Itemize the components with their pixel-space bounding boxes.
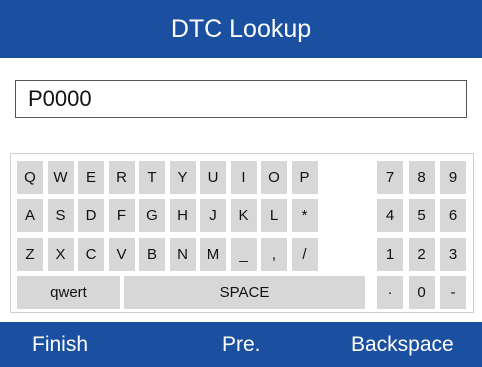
- key-1-4[interactable]: G: [139, 199, 165, 232]
- key-0-4[interactable]: T: [139, 161, 165, 194]
- key-2-1[interactable]: X: [47, 238, 74, 271]
- key-0-8[interactable]: O: [261, 161, 287, 194]
- bottom-bar: Finish Pre. Backspace: [0, 322, 482, 367]
- key-2-9[interactable]: /: [291, 238, 318, 271]
- key-0-3[interactable]: R: [108, 161, 135, 194]
- key-2-8[interactable]: ,: [261, 238, 287, 271]
- virtual-keyboard: Q W E R T Y U I O P A S D F G H J K L * Z X C V B N M _, / qwert SPACE…: [10, 153, 474, 313]
- key-0-2[interactable]: E: [78, 161, 104, 194]
- key-1-3[interactable]: F: [108, 199, 135, 232]
- numpad-key-1-2[interactable]: 6: [440, 199, 466, 232]
- key-2-5[interactable]: N: [169, 238, 196, 271]
- previous-button[interactable]: Pre.: [222, 322, 261, 367]
- key-1-6[interactable]: J: [200, 199, 226, 232]
- key-0-1[interactable]: W: [47, 161, 74, 194]
- key-0-9[interactable]: P: [291, 161, 318, 194]
- numpad-key-0-0[interactable]: 7: [377, 161, 403, 194]
- numpad-key-2-0[interactable]: 1: [377, 238, 403, 271]
- numpad-key-3-2[interactable]: -: [440, 276, 466, 309]
- key-1-2[interactable]: D: [78, 199, 104, 232]
- numpad-key-2-1[interactable]: 2: [408, 238, 435, 271]
- key-0-7[interactable]: I: [230, 161, 257, 194]
- numpad-key-0-1[interactable]: 8: [408, 161, 435, 194]
- key-1-1[interactable]: S: [47, 199, 74, 232]
- dtc-code-input[interactable]: P0000: [15, 80, 467, 118]
- finish-button[interactable]: Finish: [32, 322, 88, 367]
- key-2-2[interactable]: C: [78, 238, 104, 271]
- numpad-key-1-0[interactable]: 4: [377, 199, 403, 232]
- space-key[interactable]: SPACE: [124, 276, 365, 309]
- numpad-key-3-0[interactable]: ·: [377, 276, 403, 309]
- key-2-3[interactable]: V: [108, 238, 135, 271]
- numpad-key-1-1[interactable]: 5: [408, 199, 435, 232]
- key-2-0[interactable]: Z: [17, 238, 43, 271]
- numpad-key-0-2[interactable]: 9: [440, 161, 466, 194]
- key-0-5[interactable]: Y: [169, 161, 196, 194]
- key-0-0[interactable]: Q: [17, 161, 43, 194]
- title-bar: DTC Lookup: [0, 0, 482, 58]
- key-1-8[interactable]: L: [261, 199, 287, 232]
- key-1-9[interactable]: *: [291, 199, 318, 232]
- key-0-6[interactable]: U: [200, 161, 226, 194]
- backspace-button[interactable]: Backspace: [351, 322, 454, 367]
- page-title: DTC Lookup: [170, 14, 312, 43]
- key-2-6[interactable]: M: [200, 238, 226, 271]
- dtc-code-value: P0000: [28, 86, 92, 111]
- key-1-5[interactable]: H: [169, 199, 196, 232]
- key-2-7[interactable]: _: [230, 238, 257, 271]
- key-1-0[interactable]: A: [17, 199, 43, 232]
- numpad-key-2-2[interactable]: 3: [440, 238, 466, 271]
- case-toggle-key[interactable]: qwert: [17, 276, 120, 309]
- key-2-4[interactable]: B: [139, 238, 165, 271]
- key-1-7[interactable]: K: [230, 199, 257, 232]
- numpad-key-3-1[interactable]: 0: [408, 276, 435, 309]
